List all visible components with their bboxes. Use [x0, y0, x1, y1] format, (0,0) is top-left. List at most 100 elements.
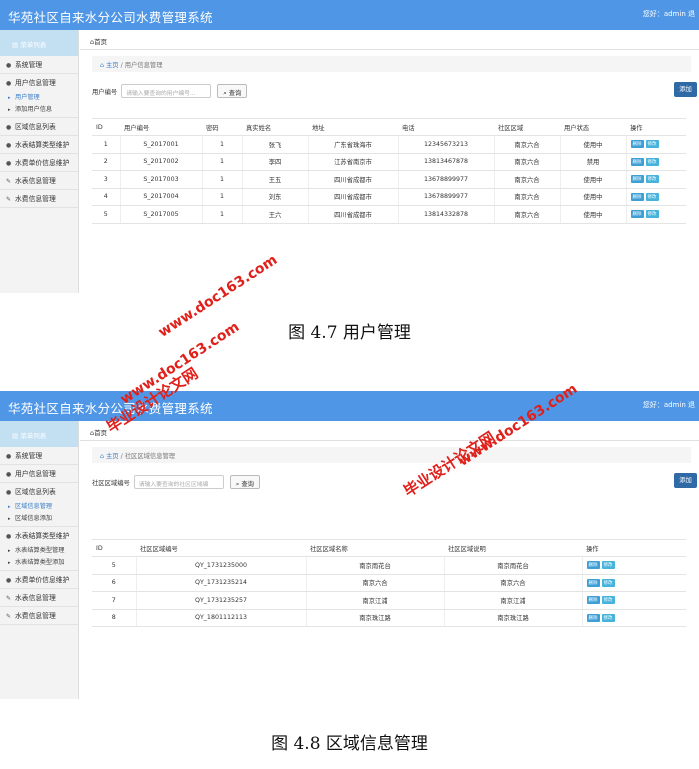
search-label: 用户编号 — [92, 88, 118, 96]
table-cell: 南京江浦 — [443, 591, 582, 610]
edit-button[interactable]: 修改 — [601, 613, 615, 622]
user-icon: ● — [6, 489, 12, 496]
table-header: ID — [92, 539, 136, 557]
figure-caption-1: 图 4.7 用户管理 — [288, 323, 411, 343]
row-actions: 删除 修改 — [581, 574, 686, 592]
edit-button[interactable]: 修改 — [601, 561, 615, 570]
main-content: ⌂首页 ⌂ 主页 / 用户信息管理 用户编号 请输入要查询的用户编号... ⌕ … — [80, 30, 699, 293]
table-cell: 5 — [92, 556, 136, 575]
table-cell: 使用中 — [559, 188, 626, 206]
sidebar-sub-settle-manage[interactable]: ▸ 水表结算类型管理 — [0, 545, 78, 557]
breadcrumb-home[interactable]: ⌂ 主页 — [100, 453, 119, 460]
table-row: 6 QY_1731235214 南京六合 南京六合 删除 修改 — [92, 574, 686, 592]
edit-icon: ✎ — [6, 196, 12, 203]
edit-button[interactable]: 修改 — [645, 175, 659, 184]
user-icon: ● — [6, 453, 12, 460]
table-cell: 2 — [92, 153, 120, 171]
edit-button[interactable]: 修改 — [601, 596, 615, 605]
table-row: 8 QY_1801112113 南京珠江路 南京珠江路 删除 修改 — [92, 609, 686, 627]
row-actions: 删除 修改 — [581, 591, 686, 610]
sidebar-item-water[interactable]: ✎ 水费信息管理 — [0, 607, 78, 625]
row-actions: 删除 修改 — [625, 205, 686, 224]
sidebar-item-region[interactable]: ● 区域信息列表 — [0, 483, 78, 501]
sidebar-heading: ▤ 菜单列表 — [0, 421, 78, 447]
table-row: 3 S_2017003 1 王五 四川省成都市 13678899977 南京六合 使用中 删除修… — [92, 170, 686, 189]
edit-icon: ✎ — [6, 595, 12, 602]
sidebar-item-user[interactable]: ● 用户信息管理 — [0, 465, 78, 483]
user-icon: ● — [6, 124, 12, 131]
chevron-right-icon: ▸ — [8, 107, 11, 113]
sidebar-item-settle[interactable]: ● 水表结算类型维护 — [0, 527, 78, 545]
search-button[interactable]: ⌕ 查询 — [217, 84, 248, 98]
table-cell: S_2017004 — [119, 188, 202, 206]
user-icon: ● — [6, 471, 12, 478]
sidebar-item-settle[interactable]: ● 水表结算类型维护 — [0, 136, 78, 154]
home-tab[interactable]: ⌂首页 — [80, 421, 699, 441]
edit-button[interactable]: 修改 — [645, 210, 659, 219]
delete-button[interactable]: 删除 — [586, 561, 600, 570]
edit-icon: ✎ — [6, 178, 12, 185]
table-cell: 张飞 — [241, 135, 308, 154]
edit-button[interactable]: 修改 — [645, 140, 659, 149]
sidebar-sub-region-manage[interactable]: ▸ 区域信息管理 — [0, 501, 78, 513]
user-greeting[interactable]: 您好：admin 退 — [643, 400, 695, 410]
delete-button[interactable]: 删除 — [630, 175, 644, 184]
delete-button[interactable]: 删除 — [630, 157, 644, 166]
search-button[interactable]: ⌕ 查询 — [229, 475, 260, 489]
sidebar-item-water[interactable]: ✎ 水费信息管理 — [0, 190, 78, 208]
delete-button[interactable]: 删除 — [630, 210, 644, 219]
sidebar-item-region[interactable]: ● 区域信息列表 — [0, 118, 78, 136]
table-cell: 南京六合 — [443, 574, 582, 592]
row-actions: 删除 修改 — [625, 170, 686, 189]
table-cell: 1 — [201, 135, 242, 154]
search-input[interactable]: 请输入要查询的社区区域编 — [133, 475, 224, 489]
add-button[interactable]: 添加 — [674, 473, 697, 488]
delete-button[interactable]: 删除 — [586, 596, 600, 605]
table-cell: QY_1801112113 — [135, 609, 306, 627]
table-cell: 王六 — [241, 205, 308, 224]
search-label: 社区区域编号 — [92, 479, 130, 487]
table-cell: 南京珠江路 — [305, 609, 444, 627]
sidebar-item-system[interactable]: ● 系统管理 — [0, 56, 78, 74]
search-input[interactable]: 请输入要查询的用户编号... — [121, 84, 212, 98]
sidebar-sub-region-add[interactable]: ▸ 区域信息添加 — [0, 513, 78, 527]
delete-button[interactable]: 删除 — [630, 140, 644, 149]
region-table: ID 社区区域编号 社区区域名称 社区区域说明 操作 5 QY_173123500… — [92, 539, 686, 627]
table-cell: 刘东 — [241, 188, 308, 206]
sidebar-sub-user-add[interactable]: ▸ 添加用户信息 — [0, 104, 78, 118]
table-cell: 王五 — [241, 170, 308, 189]
edit-button[interactable]: 修改 — [645, 192, 659, 201]
sidebar-item-meter[interactable]: ✎ 水表信息管理 — [0, 589, 78, 607]
chevron-right-icon: ▸ — [8, 548, 11, 554]
table-cell: 12345673213 — [397, 135, 494, 154]
breadcrumb-home[interactable]: ⌂ 主页 — [100, 62, 119, 69]
home-tab[interactable]: ⌂首页 — [80, 30, 699, 50]
sidebar-item-system[interactable]: ● 系统管理 — [0, 447, 78, 465]
sidebar-heading: ▤ 菜单列表 — [0, 30, 78, 56]
sidebar-item-meter[interactable]: ✎ 水表信息管理 — [0, 172, 78, 190]
menu-icon: ▤ — [12, 432, 21, 440]
delete-button[interactable]: 删除 — [586, 578, 600, 587]
edit-button[interactable]: 修改 — [601, 578, 615, 587]
sidebar-item-price[interactable]: ● 水费单价信息维护 — [0, 154, 78, 172]
table-cell: S_2017001 — [119, 135, 202, 154]
chevron-right-icon: ▸ — [8, 560, 11, 566]
user-table: ID 用户编号 密码 真实姓名 地址 电话 社区区域 用户状态 操作 1 S_20… — [92, 118, 686, 224]
table-cell: 禁用 — [559, 153, 626, 171]
delete-button[interactable]: 删除 — [586, 613, 600, 622]
sidebar-item-price[interactable]: ● 水费单价信息维护 — [0, 571, 78, 589]
user-management-screenshot: 华苑社区自来水分公司水费管理系统 您好：admin 退 ▤ 菜单列表 ● 系统管理… — [0, 0, 699, 293]
table-cell: 南京六合 — [305, 574, 444, 592]
sidebar-sub-settle-add[interactable]: ▸ 水表结算类型添加 — [0, 557, 78, 571]
delete-button[interactable]: 删除 — [630, 192, 644, 201]
sidebar: ▤ 菜单列表 ● 系统管理 ● 用户信息管理 ● 区域信息列表 ▸ 区域信息管理 ▸ 区域… — [0, 421, 79, 699]
table-cell: 四川省成都市 — [307, 188, 398, 206]
user-greeting[interactable]: 您好：admin 退 — [643, 9, 695, 19]
sidebar-sub-user-manage[interactable]: ▸ 用户管理 — [0, 92, 78, 104]
edit-button[interactable]: 修改 — [645, 157, 659, 166]
sidebar-item-user[interactable]: ● 用户信息管理 — [0, 74, 78, 92]
add-button[interactable]: 添加 — [674, 82, 697, 97]
user-icon: ● — [6, 160, 12, 167]
table-header: 电话 — [398, 118, 494, 136]
table-cell: 南京雨花台 — [443, 556, 582, 575]
